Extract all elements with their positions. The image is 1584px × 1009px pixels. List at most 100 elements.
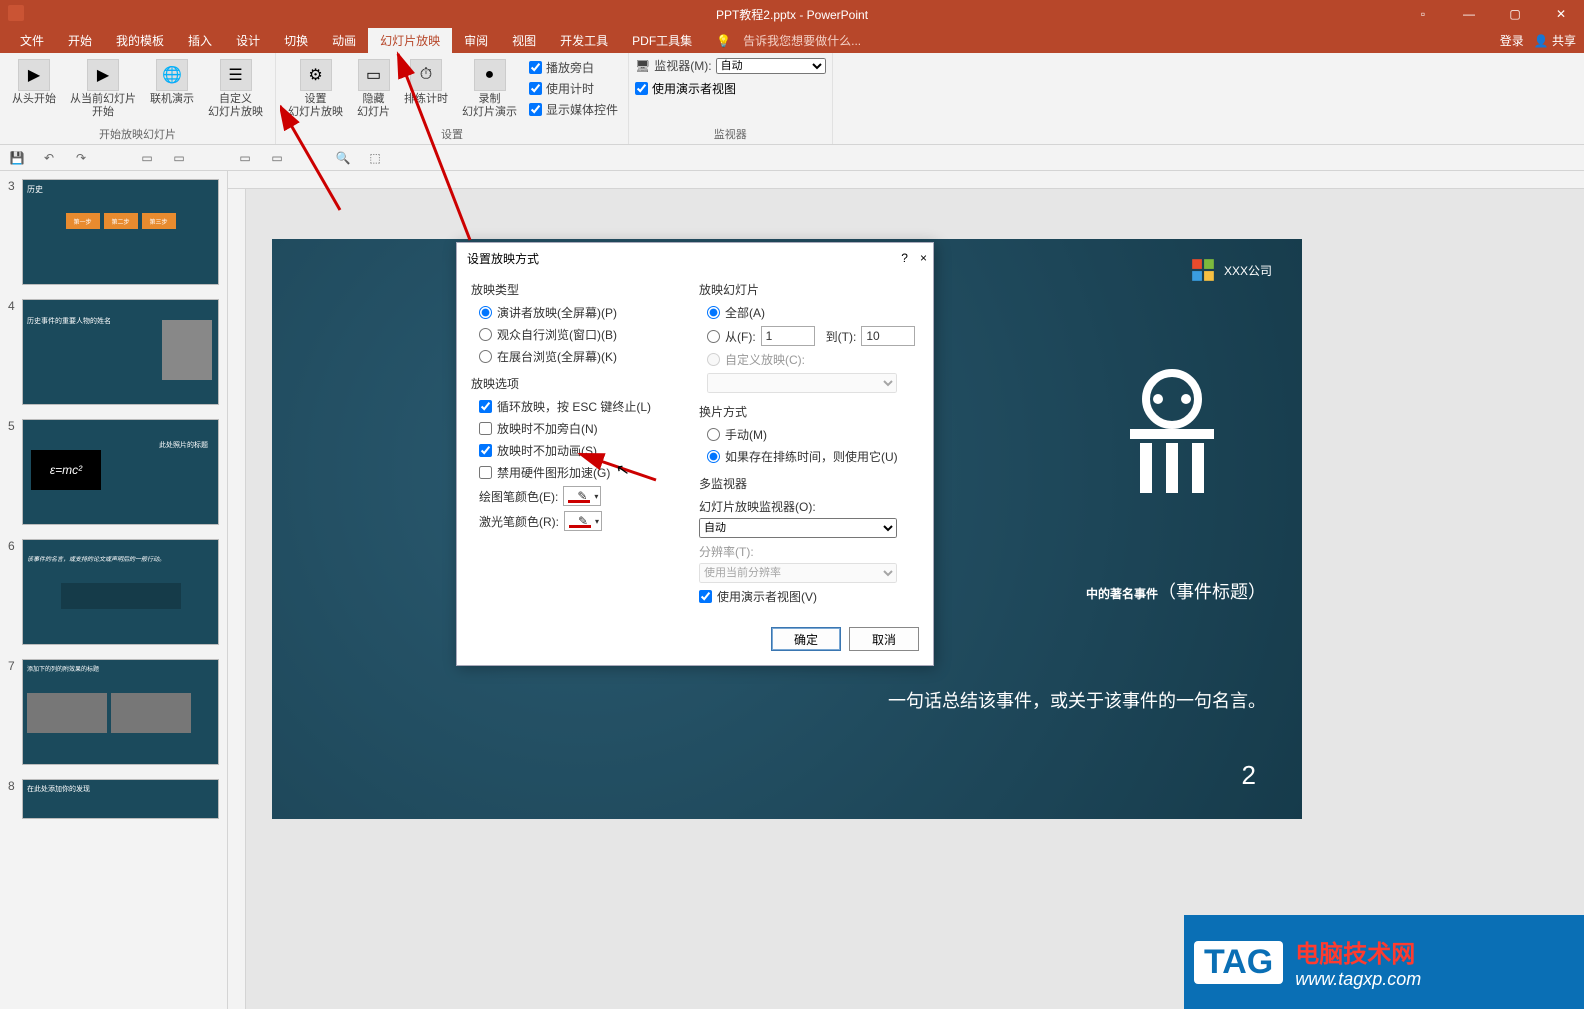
record-slideshow-label: 录制 幻灯片演示 [462, 93, 517, 119]
qat-icon-5[interactable]: 🔍 [334, 149, 352, 167]
slide-range-row[interactable]: 从(F):1到(T):10 [707, 326, 919, 346]
dialog-help-icon[interactable]: ? [901, 251, 908, 265]
no-animation-checkbox[interactable]: 放映时不加动画(S) [479, 442, 691, 459]
tab-mytemplate[interactable]: 我的模板 [104, 28, 176, 53]
tellme-field[interactable]: 告诉我您想要做什么... [743, 32, 861, 49]
tellme-icon[interactable]: 💡 [704, 30, 743, 52]
play-narration-checkbox[interactable]: 播放旁白 [529, 59, 618, 76]
hide-slide-button[interactable]: ▭隐藏 幻灯片 [351, 57, 396, 121]
tab-developer[interactable]: 开发工具 [548, 28, 620, 53]
from-beginning-label: 从头开始 [12, 93, 56, 106]
minimize-icon[interactable]: ― [1446, 0, 1492, 28]
all-slides-radio[interactable]: 全部(A) [707, 304, 919, 321]
multi-monitor-heading: 多监视器 [699, 475, 919, 492]
custom-slideshow-label: 自定义 幻灯片放映 [208, 93, 263, 119]
thumbnail-panel[interactable]: 3历史第一步第二步第三步 4历史事件的重要人物的姓名 5ε=mc²此处照片的标题… [0, 171, 228, 1009]
watermark: TAG 电脑技术网 www.tagxp.com [1184, 915, 1584, 1009]
group-setup: 设置 [441, 126, 463, 142]
watermark-tag: TAG [1194, 941, 1283, 984]
redo-icon[interactable]: ↷ [72, 149, 90, 167]
qat-icon-6[interactable]: ⬚ [366, 149, 384, 167]
present-online-button[interactable]: 🌐联机演示 [144, 57, 200, 121]
thumbnail-slide-6[interactable]: 该事件的名言，或支持的论文或声明后的一般行动。 [22, 539, 219, 645]
thumbnail-slide-4[interactable]: 历史事件的重要人物的姓名 [22, 299, 219, 405]
save-icon[interactable]: 💾 [8, 149, 26, 167]
pen-color-button[interactable]: ✎▾ [563, 486, 601, 506]
slide-tagline: 一句话总结该事件，或关于该事件的一句名言。 [888, 687, 1266, 713]
setup-slideshow-button[interactable]: ⚙设置 幻灯片放映 [282, 57, 349, 121]
dialog-close-icon[interactable]: × [920, 251, 927, 265]
show-type-kiosk-radio[interactable]: 在展台浏览(全屏幕)(K) [479, 348, 691, 365]
login-link[interactable]: 登录 [1500, 32, 1524, 49]
laser-color-label: 激光笔颜色(R): [479, 513, 559, 530]
custom-show-select [707, 373, 897, 393]
loop-checkbox[interactable]: 循环放映，按 ESC 键终止(L) [479, 398, 691, 415]
share-button[interactable]: 👤 共享 [1534, 32, 1576, 49]
thumbnail-slide-5[interactable]: ε=mc²此处照片的标题 [22, 419, 219, 525]
qat-icon-2[interactable]: ▭ [170, 149, 188, 167]
tab-pdf[interactable]: PDF工具集 [620, 28, 704, 53]
play-narration-label: 播放旁白 [546, 59, 594, 76]
show-media-controls-checkbox[interactable]: 显示媒体控件 [529, 101, 618, 118]
tab-transitions[interactable]: 切换 [272, 28, 320, 53]
thumbnail-slide-3[interactable]: 历史第一步第二步第三步 [22, 179, 219, 285]
maximize-icon[interactable]: ▢ [1492, 0, 1538, 28]
from-beginning-button[interactable]: ▶从头开始 [6, 57, 62, 121]
show-slides-heading: 放映幻灯片 [699, 281, 919, 298]
laser-color-button[interactable]: ✎▾ [564, 511, 602, 531]
horizontal-ruler[interactable] [228, 171, 1584, 189]
tab-design[interactable]: 设计 [224, 28, 272, 53]
show-type-presenter-radio[interactable]: 演讲者放映(全屏幕)(P) [479, 304, 691, 321]
qat-icon-4[interactable]: ▭ [268, 149, 286, 167]
ok-button[interactable]: 确定 [771, 627, 841, 651]
tab-review[interactable]: 审阅 [452, 28, 500, 53]
present-online-label: 联机演示 [150, 93, 194, 106]
resolution-select: 使用当前分辨率 [699, 563, 897, 583]
vertical-ruler[interactable] [228, 189, 246, 1009]
window-title: PPT教程2.pptx - PowerPoint [716, 6, 868, 23]
company-logo-icon [1190, 257, 1216, 283]
tab-file[interactable]: 文件 [8, 28, 56, 53]
tab-view[interactable]: 视图 [500, 28, 548, 53]
use-timings-radio[interactable]: 如果存在排练时间，则使用它(U) [707, 448, 919, 465]
disable-hw-checkbox[interactable]: 禁用硬件图形加速(G) [479, 464, 691, 481]
custom-slideshow-button[interactable]: ☰自定义 幻灯片放映 [202, 57, 269, 121]
thumb-number: 7 [8, 659, 22, 765]
no-narration-checkbox[interactable]: 放映时不加旁白(N) [479, 420, 691, 437]
from-input[interactable]: 1 [761, 326, 815, 346]
thumbnail-slide-8[interactable]: 在此处添加你的发现 [22, 779, 219, 819]
tab-animations[interactable]: 动画 [320, 28, 368, 53]
use-timings-checkbox[interactable]: 使用计时 [529, 80, 618, 97]
show-type-browsed-radio[interactable]: 观众自行浏览(窗口)(B) [479, 326, 691, 343]
company-text: XXX公司 [1224, 262, 1272, 279]
thumbnail-slide-7[interactable]: 添加下的列的附效果的标题 [22, 659, 219, 765]
titlebar: PPT教程2.pptx - PowerPoint ▫ ― ▢ ✕ [0, 0, 1584, 28]
to-input[interactable]: 10 [861, 326, 915, 346]
tab-start[interactable]: 开始 [56, 28, 104, 53]
ribbon-options-icon[interactable]: ▫ [1400, 0, 1446, 28]
app-icon [8, 5, 24, 21]
rehearse-button[interactable]: ⏱排练计时 [398, 57, 454, 121]
qat-icon-1[interactable]: ▭ [138, 149, 156, 167]
presenter-view-checkbox[interactable]: 使用演示者视图 [635, 80, 736, 97]
from-current-label: 从当前幻灯片 开始 [70, 93, 136, 119]
manual-advance-radio[interactable]: 手动(M) [707, 426, 919, 443]
from-current-button[interactable]: ▶从当前幻灯片 开始 [64, 57, 142, 121]
thumb-number: 8 [8, 779, 22, 819]
close-icon[interactable]: ✕ [1538, 0, 1584, 28]
ribbon: ▶从头开始 ▶从当前幻灯片 开始 🌐联机演示 ☰自定义 幻灯片放映 开始放映幻灯… [0, 53, 1584, 145]
undo-icon[interactable]: ↶ [40, 149, 58, 167]
pillar-icon [1112, 369, 1232, 499]
cancel-button[interactable]: 取消 [849, 627, 919, 651]
group-start-show: 开始放映幻灯片 [99, 126, 176, 142]
tab-insert[interactable]: 插入 [176, 28, 224, 53]
qat-icon-3[interactable]: ▭ [236, 149, 254, 167]
tab-slideshow[interactable]: 幻灯片放映 [368, 28, 452, 53]
use-presenter-view-checkbox[interactable]: 使用演示者视图(V) [699, 588, 919, 605]
quick-access-toolbar: 💾 ↶ ↷ ▭ ▭ ▭ ▭ 🔍 ⬚ [0, 145, 1584, 171]
record-slideshow-button[interactable]: ●录制 幻灯片演示 [456, 57, 523, 121]
slideshow-monitor-select[interactable]: 自动 [699, 518, 897, 538]
monitor-select[interactable]: 自动 [716, 58, 826, 74]
watermark-line2: www.tagxp.com [1295, 969, 1421, 990]
dialog-title[interactable]: 设置放映方式 ? × [457, 243, 933, 273]
